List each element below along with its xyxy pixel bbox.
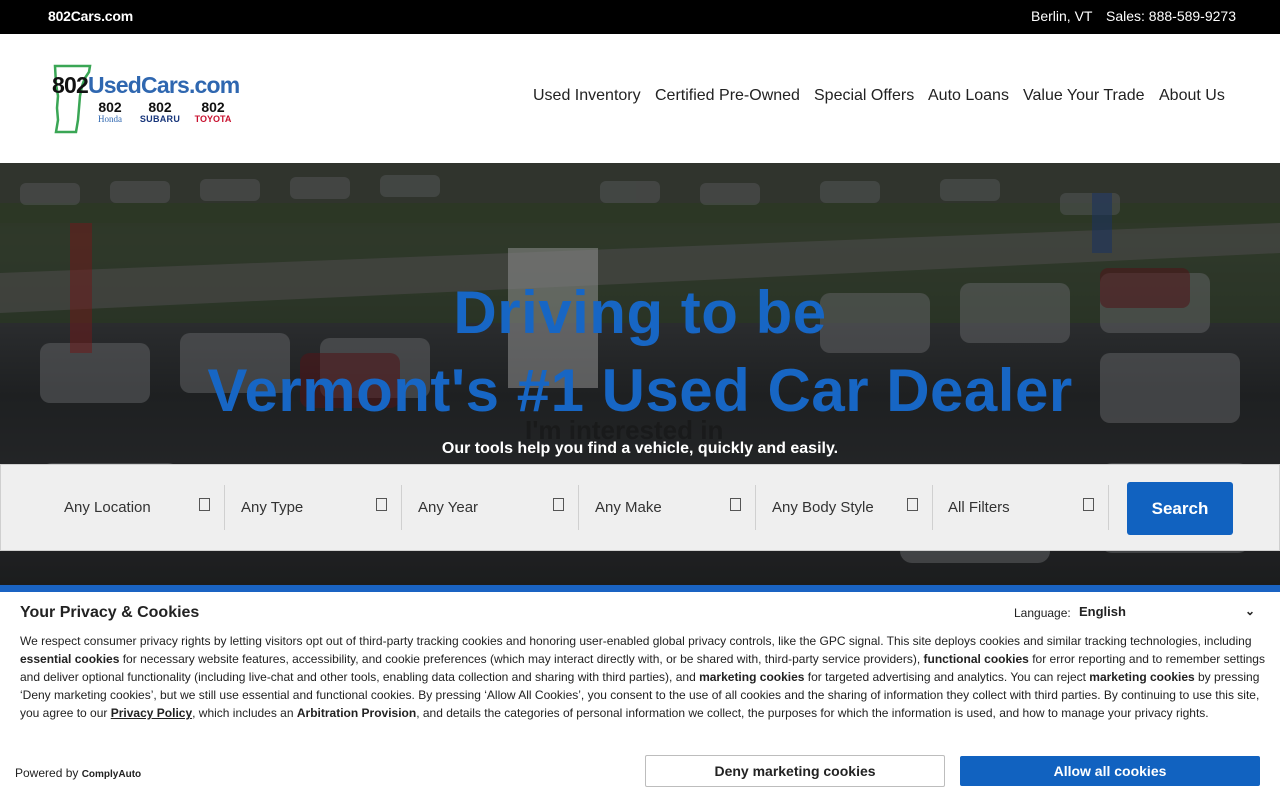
type-filter[interactable]: Any Type — [233, 485, 402, 530]
nav-auto-loans[interactable]: Auto Loans — [928, 87, 1009, 105]
dropdown-icon — [730, 498, 741, 511]
deny-marketing-cookies-button[interactable]: Deny marketing cookies — [645, 755, 945, 787]
language-select[interactable]: English ⌄ — [1079, 604, 1259, 619]
nav-used-inventory[interactable]: Used Inventory — [533, 87, 641, 105]
dropdown-icon — [199, 498, 210, 511]
sales-phone[interactable]: Sales: 888-589-9273 — [1106, 8, 1236, 24]
all-filters-filter[interactable]: All Filters — [940, 485, 1109, 530]
location-text[interactable]: Berlin, VT — [1031, 8, 1092, 24]
privacy-description: We respect consumer privacy rights by le… — [20, 634, 1265, 720]
accent-divider — [0, 585, 1280, 592]
main-nav: Used Inventory Certified Pre-Owned Speci… — [0, 87, 1280, 111]
nav-certified-pre-owned[interactable]: Certified Pre-Owned — [655, 87, 800, 105]
body-style-filter[interactable]: Any Body Style — [764, 485, 933, 530]
dropdown-icon — [907, 498, 918, 511]
dropdown-icon — [1083, 498, 1094, 511]
privacy-policy-link[interactable]: Privacy Policy — [111, 706, 192, 720]
chevron-down-icon: ⌄ — [1244, 604, 1255, 618]
dropdown-icon — [553, 498, 564, 511]
location-filter[interactable]: Any Location — [56, 485, 225, 530]
nav-special-offers[interactable]: Special Offers — [814, 87, 914, 105]
complyauto-link[interactable]: ComplyAuto — [82, 769, 141, 780]
vehicle-search-bar: Any Location Any Type Any Year Any Make … — [0, 464, 1280, 551]
privacy-cookie-banner: Your Privacy & Cookies Language: English… — [0, 592, 1280, 800]
nav-about-us[interactable]: About Us — [1159, 87, 1225, 105]
year-filter[interactable]: Any Year — [410, 485, 579, 530]
site-header: 802UsedCars.com 802 Honda 802 SUBARU 802 TO… — [0, 34, 1280, 163]
hero-headline-line1: Driving to be — [453, 279, 827, 346]
top-bar: 802Cars.com Berlin, VT Sales: 888-589-92… — [0, 0, 1280, 34]
language-label: Language: — [1014, 606, 1071, 620]
site-link[interactable]: 802Cars.com — [48, 8, 133, 24]
allow-all-cookies-button[interactable]: Allow all cookies — [960, 756, 1260, 786]
search-button[interactable]: Search — [1127, 482, 1233, 535]
powered-by: Powered by ComplyAuto — [15, 766, 142, 780]
dropdown-icon — [376, 498, 387, 511]
nav-value-your-trade[interactable]: Value Your Trade — [1023, 87, 1145, 105]
privacy-title: Your Privacy & Cookies — [20, 604, 200, 621]
make-filter[interactable]: Any Make — [587, 485, 756, 530]
hero-subtitle: Our tools help you find a vehicle, quick… — [441, 440, 839, 457]
